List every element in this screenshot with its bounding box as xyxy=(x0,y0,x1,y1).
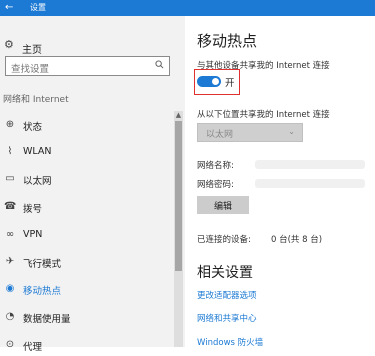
sidebar-item-proxy[interactable]: ⊙ 代理 xyxy=(0,336,175,356)
related-settings-title: 相关设置 xyxy=(197,265,253,281)
share-from-value: 以太网 xyxy=(206,130,234,140)
sidebar-item-label: 飞行模式 xyxy=(23,259,62,270)
sidebar-item-wlan[interactable]: ⌇ WLAN xyxy=(0,143,175,163)
link-adapter-options[interactable]: 更改适配器选项 xyxy=(197,289,257,301)
sidebar-item-vpn[interactable]: ∞ VPN xyxy=(0,226,175,246)
sidebar-item-label: 状态 xyxy=(23,122,43,133)
back-arrow-icon[interactable]: ← xyxy=(5,1,13,15)
sidebar-item-label: 拨号 xyxy=(23,204,43,215)
toggle-state-label: 开 xyxy=(225,78,235,89)
globe-icon: ⊕ xyxy=(5,119,15,130)
share-from-label: 从以下位置共享我的 Internet 连接 xyxy=(197,110,330,120)
network-name-value-redacted xyxy=(255,160,365,169)
gear-icon: ⚙ xyxy=(4,38,14,51)
connected-devices-label: 已连接的设备: xyxy=(197,235,251,245)
sidebar-item-label: WLAN xyxy=(23,146,52,157)
chevron-down-icon: ⌄ xyxy=(288,127,295,136)
scrollbar-thumb[interactable] xyxy=(175,121,182,271)
network-name-label: 网络名称: xyxy=(197,161,234,171)
sidebar-item-status[interactable]: ⊕ 状态 xyxy=(0,116,175,136)
sidebar: ⚙ 主页 查找设置 网络和 Internet ⊕ 状态 ⌇ WLAN ▭ 以太网… xyxy=(0,16,185,353)
hotspot-icon: ◉ xyxy=(5,283,15,294)
scroll-up-icon[interactable]: ▲ xyxy=(175,111,182,119)
section-title: 网络和 Internet xyxy=(3,95,69,105)
sidebar-scrollbar[interactable]: ▲ xyxy=(174,111,183,347)
sidebar-item-dialup[interactable]: ☎ 拨号 xyxy=(0,198,175,218)
toggle-highlight: 开 xyxy=(194,69,240,95)
network-password-label: 网络密码: xyxy=(197,180,234,190)
sidebar-item-label: VPN xyxy=(23,229,43,240)
vpn-icon: ∞ xyxy=(5,229,15,240)
sidebar-item-ethernet[interactable]: ▭ 以太网 xyxy=(0,170,175,190)
data-usage-icon: ◔ xyxy=(5,311,15,322)
edit-button[interactable]: 编辑 xyxy=(197,196,249,214)
airplane-icon: ✈ xyxy=(5,256,15,267)
sidebar-item-data-usage[interactable]: ◔ 数据使用量 xyxy=(0,308,175,328)
wifi-icon: ⌇ xyxy=(7,146,13,157)
sidebar-item-label: 数据使用量 xyxy=(23,314,71,325)
toggle-knob xyxy=(212,78,219,85)
link-windows-firewall[interactable]: Windows 防火墙 xyxy=(197,336,263,348)
sidebar-item-label: 移动热点 xyxy=(23,286,62,297)
hotspot-toggle[interactable] xyxy=(197,76,221,87)
sidebar-home-label: 主页 xyxy=(22,45,42,56)
link-network-sharing-center[interactable]: 网络和共享中心 xyxy=(197,312,257,324)
dialup-icon: ☎ xyxy=(4,201,17,212)
connected-devices-value: 0 台(共 8 台) xyxy=(271,235,323,245)
search-icon[interactable] xyxy=(155,60,164,69)
network-password-value-redacted xyxy=(255,179,365,188)
search-input[interactable]: 查找设置 xyxy=(5,56,170,76)
title-bar: ← 设置 xyxy=(0,0,375,16)
sidebar-item-hotspot[interactable]: ◉ 移动热点 xyxy=(0,280,175,300)
ethernet-icon: ▭ xyxy=(5,173,15,184)
sidebar-home[interactable]: ⚙ 主页 xyxy=(0,38,185,56)
share-from-dropdown[interactable]: 以太网 ⌄ xyxy=(197,123,303,142)
page-title: 移动热点 xyxy=(197,32,258,50)
main-panel: 移动热点 与其他设备共享我的 Internet 连接 开 从以下位置共享我的 I… xyxy=(185,16,375,348)
sidebar-item-label: 以太网 xyxy=(23,176,52,187)
search-placeholder: 查找设置 xyxy=(11,64,50,75)
sidebar-item-label: 代理 xyxy=(23,342,43,353)
sidebar-item-airplane[interactable]: ✈ 飞行模式 xyxy=(0,253,175,273)
proxy-icon: ⊙ xyxy=(5,339,15,350)
window-title: 设置 xyxy=(30,3,46,12)
